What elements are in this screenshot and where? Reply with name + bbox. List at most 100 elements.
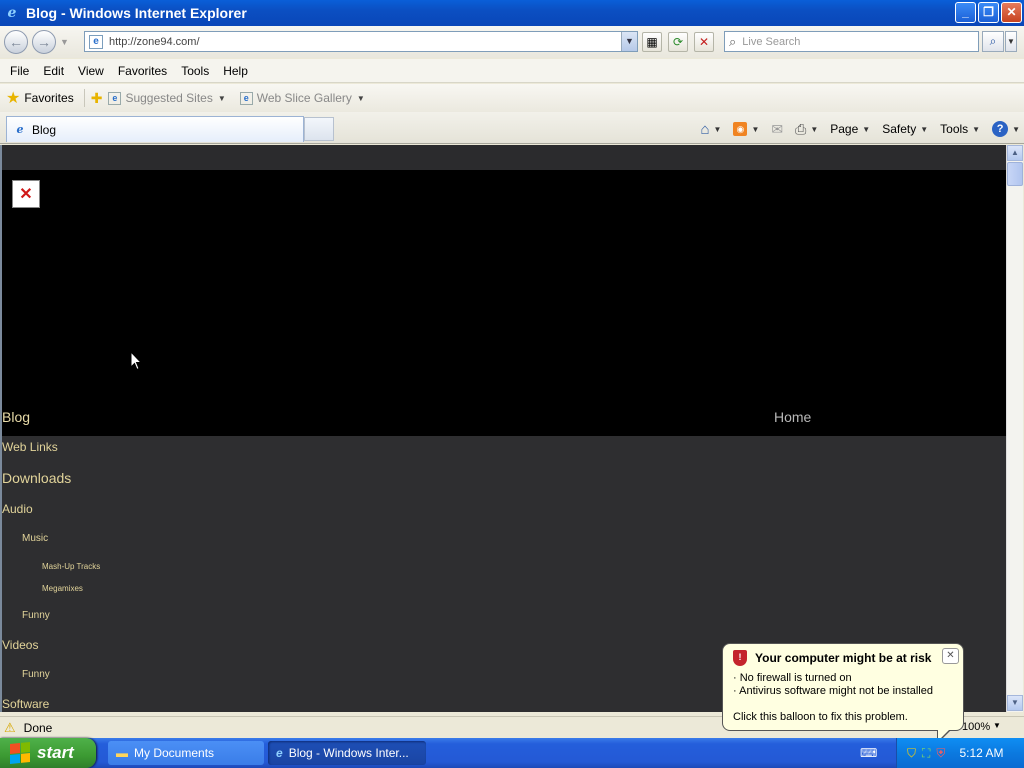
task-label-my-documents: My Documents: [134, 746, 215, 760]
chevron-down-icon: ▼: [751, 124, 760, 134]
address-url[interactable]: http://zone94.com/: [109, 36, 200, 48]
zoom-dropdown-icon[interactable]: ▼: [993, 721, 1001, 730]
balloon-line-1: · No firewall is turned on: [733, 672, 852, 684]
ie-logo-icon: e: [7, 5, 17, 21]
nav-music[interactable]: Music: [22, 533, 48, 544]
windows-logo-icon: [10, 741, 30, 765]
tab-blog[interactable]: e Blog: [6, 116, 304, 142]
feeds-button[interactable]: ◉ ▼: [733, 122, 759, 136]
restore-button[interactable]: ❐: [978, 2, 999, 23]
add-to-favorites-bar-icon[interactable]: ✚: [91, 90, 103, 107]
menu-view[interactable]: View: [71, 64, 111, 78]
forward-button[interactable]: →: [32, 30, 56, 54]
security-center-icon[interactable]: ⛉: [907, 746, 916, 761]
nav-audio-funny[interactable]: Funny: [22, 610, 50, 621]
safety-menu-label: Safety: [882, 122, 917, 136]
site-title-link[interactable]: Blog: [2, 409, 30, 425]
chevron-down-icon: ▼: [862, 124, 871, 134]
window-controls: _ ❐ ✕: [955, 2, 1022, 23]
address-bar[interactable]: e http://zone94.com/ ▼: [84, 31, 638, 52]
nav-videos-funny[interactable]: Funny: [22, 669, 50, 680]
page-menu[interactable]: Page ▼: [830, 122, 870, 136]
chevron-down-icon: ▼: [356, 93, 365, 103]
nav-videos[interactable]: Videos: [2, 638, 38, 652]
security-alert-icon[interactable]: ⛨: [936, 746, 945, 761]
minimize-button[interactable]: _: [955, 2, 976, 23]
suggested-sites-link[interactable]: e Suggested Sites ▼: [108, 91, 226, 105]
menu-tools[interactable]: Tools: [174, 64, 216, 78]
folder-icon: ▬: [116, 746, 128, 760]
nav-downloads[interactable]: Downloads: [2, 470, 71, 486]
start-button[interactable]: start: [0, 738, 96, 768]
site-header: ✕ Blog Home: [2, 170, 1006, 436]
favorites-star-icon: ★: [6, 90, 21, 107]
zoom-level[interactable]: 100%: [962, 721, 990, 733]
tools-menu-label: Tools: [940, 122, 969, 136]
nav-web-links[interactable]: Web Links: [2, 440, 58, 454]
chevron-down-icon: ▼: [1012, 124, 1020, 134]
clock[interactable]: 5:12 AM: [959, 746, 1003, 760]
balloon-action[interactable]: Click this balloon to fix this problem.: [733, 711, 953, 724]
web-slice-gallery-icon: e: [239, 91, 253, 105]
favorites-separator: [83, 89, 85, 107]
nav-audio[interactable]: Audio: [2, 502, 33, 516]
scroll-up-button[interactable]: ▲: [1007, 145, 1023, 161]
search-button[interactable]: ⌕: [982, 31, 1004, 52]
address-toolbar: ← → ▼ e http://zone94.com/ ▼ ▦ ⟳ ✕ ⌕ Liv…: [0, 26, 1024, 58]
keyboard-icon[interactable]: ⌨: [860, 746, 877, 760]
balloon-line-2: · Antivirus software might not be instal…: [733, 685, 933, 697]
command-bar: ⌂ ▼ ◉ ▼ ✉ ⎙ ▼ Page ▼ Safety ▼ Tools ▼ ? ▼: [688, 118, 1020, 140]
security-balloon[interactable]: ! Your computer might be at risk ✕ · No …: [722, 643, 964, 744]
search-options-dropdown[interactable]: ▼: [1005, 31, 1017, 52]
mouse-cursor-icon: [130, 351, 142, 371]
suggested-sites-icon: e: [108, 91, 122, 105]
compatibility-view-icon[interactable]: ▦: [642, 32, 662, 52]
menu-bar: File Edit View Favorites Tools Help: [0, 59, 1024, 83]
chevron-down-icon: ▼: [713, 124, 722, 134]
chevron-down-icon: ▼: [920, 124, 929, 134]
search-input[interactable]: ⌕ Live Search: [724, 31, 979, 52]
read-mail-button[interactable]: ✉: [771, 121, 783, 138]
balloon-close-button[interactable]: ✕: [942, 648, 959, 664]
title-bar: e Blog - Windows Internet Explorer _ ❐ ✕: [0, 0, 1024, 26]
suggested-sites-label: Suggested Sites: [125, 91, 213, 105]
close-button[interactable]: ✕: [1001, 2, 1022, 23]
stop-icon[interactable]: ✕: [694, 32, 714, 52]
menu-edit[interactable]: Edit: [36, 64, 71, 78]
favorites-button[interactable]: Favorites: [24, 91, 73, 105]
tab-label: Blog: [32, 122, 57, 137]
rss-icon: ◉: [733, 122, 748, 136]
help-button[interactable]: ? ▼: [992, 121, 1020, 137]
new-tab-button[interactable]: [304, 117, 334, 141]
taskbar-my-documents[interactable]: ▬ My Documents: [108, 741, 264, 765]
web-slice-gallery-label: Web Slice Gallery: [256, 91, 352, 105]
ie-page-icon: e: [16, 122, 24, 136]
print-button[interactable]: ⎙ ▼: [795, 121, 818, 138]
refresh-icon[interactable]: ⟳: [668, 32, 688, 52]
nav-software[interactable]: Software: [2, 697, 49, 711]
menu-help[interactable]: Help: [216, 64, 255, 78]
ie-logo-icon: e: [276, 746, 283, 760]
scroll-thumb[interactable]: [1007, 162, 1023, 186]
menu-favorites[interactable]: Favorites: [111, 64, 174, 78]
home-icon: ⌂: [700, 120, 710, 138]
menu-file[interactable]: File: [3, 64, 36, 78]
nav-megamixes[interactable]: Megamixes: [42, 584, 83, 593]
safety-menu[interactable]: Safety ▼: [882, 122, 928, 136]
web-slice-gallery-link[interactable]: e Web Slice Gallery ▼: [239, 91, 365, 105]
nav-mashup-tracks[interactable]: Mash-Up Tracks: [42, 562, 100, 571]
chevron-down-icon: ▼: [810, 124, 819, 134]
vertical-scrollbar[interactable]: ▲ ▼: [1006, 145, 1023, 712]
page-content: ✕ Blog Home Web Links Downloads Audio Mu…: [0, 145, 1006, 712]
home-nav-link[interactable]: Home: [774, 409, 811, 425]
scroll-down-button[interactable]: ▼: [1007, 695, 1023, 711]
network-icon[interactable]: ⛶: [922, 746, 930, 761]
taskbar-blog-ie[interactable]: e Blog - Windows Inter...: [268, 741, 426, 765]
balloon-line-1-text: No firewall is turned on: [739, 672, 852, 684]
tools-menu[interactable]: Tools ▼: [940, 122, 980, 136]
page-top-strip: [2, 145, 1006, 170]
home-button[interactable]: ⌂ ▼: [700, 121, 721, 138]
address-dropdown-button[interactable]: ▼: [621, 32, 637, 51]
back-button[interactable]: ←: [4, 30, 28, 54]
recent-pages-dropdown[interactable]: ▼: [60, 37, 69, 47]
